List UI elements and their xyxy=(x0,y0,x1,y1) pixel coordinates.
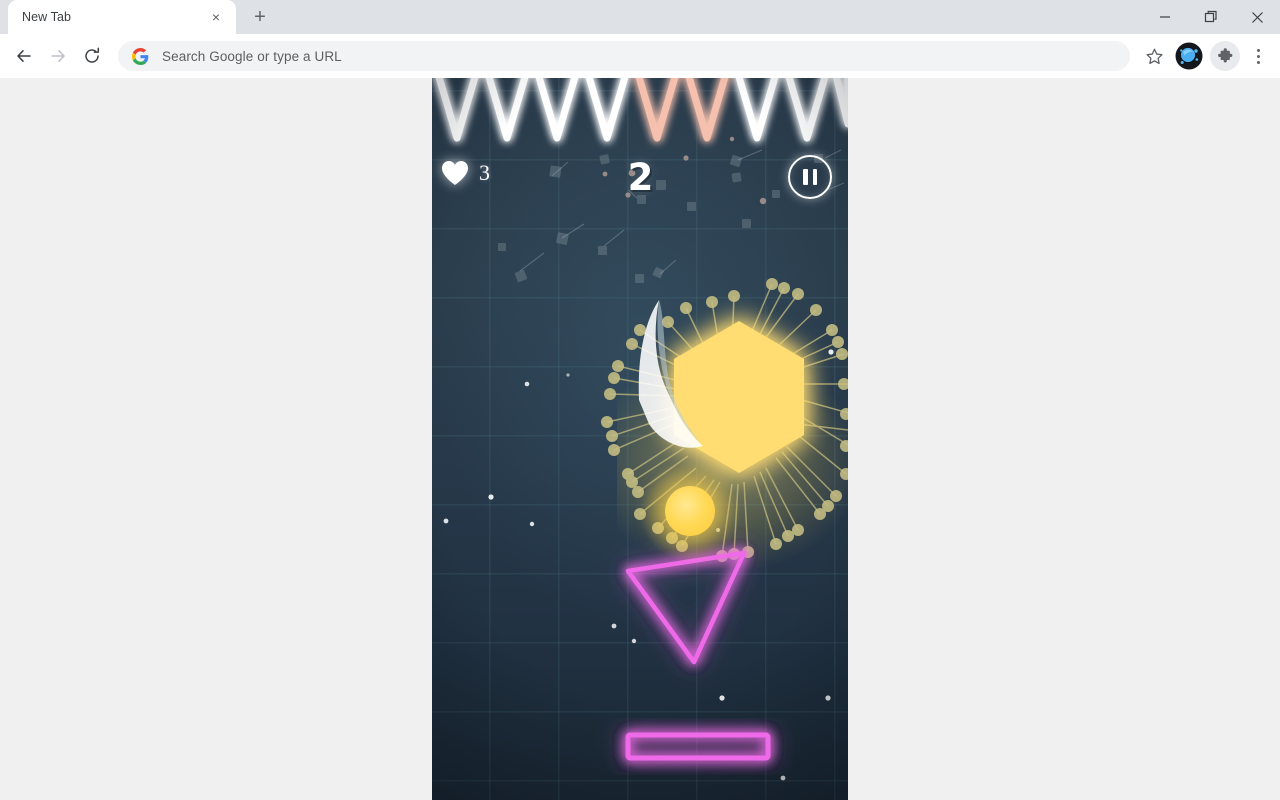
browser-tab[interactable]: New Tab × xyxy=(8,0,236,34)
address-bar[interactable]: Search Google or type a URL xyxy=(118,41,1130,71)
pause-button[interactable] xyxy=(788,155,832,199)
three-dot-menu-icon[interactable] xyxy=(1244,40,1272,72)
window-controls xyxy=(1142,0,1280,34)
menu-dot xyxy=(1256,48,1260,52)
google-g-icon xyxy=(132,47,149,65)
close-icon[interactable]: × xyxy=(206,7,226,27)
score-display: 2 xyxy=(627,156,654,199)
browser-toolbar: Search Google or type a URL xyxy=(0,34,1280,78)
browser-window: New Tab × + Search Google or type a URL … xyxy=(0,0,1280,800)
maximize-icon[interactable] xyxy=(1188,0,1234,34)
puzzle-piece-icon[interactable] xyxy=(1210,41,1240,71)
pause-icon xyxy=(812,169,817,185)
bar-obstacle xyxy=(625,732,771,761)
minimize-icon[interactable] xyxy=(1142,0,1188,34)
forward-arrow-icon[interactable] xyxy=(42,40,74,72)
game-canvas[interactable]: 3 2 xyxy=(432,78,848,800)
star-icon[interactable] xyxy=(1138,40,1170,72)
tab-strip: New Tab × + xyxy=(0,0,1280,34)
page-content: 3 2 xyxy=(0,78,1280,800)
close-window-icon[interactable] xyxy=(1234,0,1280,34)
back-arrow-icon[interactable] xyxy=(8,40,40,72)
menu-dot xyxy=(1256,60,1260,64)
pause-icon xyxy=(803,169,808,185)
reload-icon[interactable] xyxy=(76,40,108,72)
menu-dot xyxy=(1256,54,1260,58)
address-bar-text: Search Google or type a URL xyxy=(162,48,342,64)
tab-title: New Tab xyxy=(22,10,72,24)
game-hud: 3 2 xyxy=(432,78,848,199)
avatar-icon[interactable] xyxy=(1175,42,1203,70)
new-tab-button[interactable]: + xyxy=(246,3,274,31)
